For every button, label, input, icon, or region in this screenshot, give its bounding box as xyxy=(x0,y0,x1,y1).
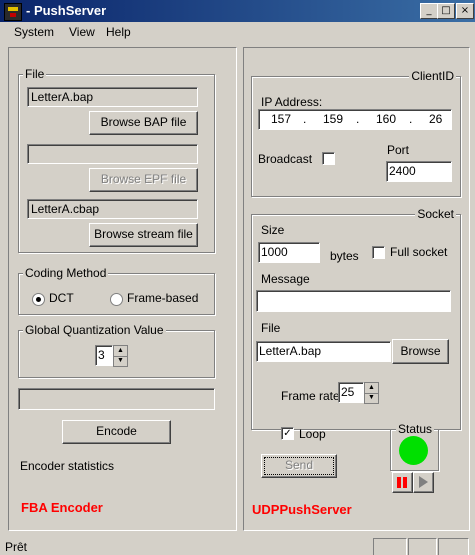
quantization-value: 3 xyxy=(98,348,105,362)
bap-file-value: LetterA.bap xyxy=(31,90,94,104)
dct-radio[interactable] xyxy=(32,293,45,306)
pushserver-window: - PushServer _ □ × System View Help File… xyxy=(0,0,475,555)
send-label: Send xyxy=(284,458,314,472)
send-button[interactable]: Send xyxy=(261,454,337,478)
frame-based-label: Frame-based xyxy=(127,291,199,305)
size-label: Size xyxy=(261,223,285,237)
bytes-label: bytes xyxy=(330,249,359,263)
port-label: Port xyxy=(387,143,410,157)
stepper-down-icon[interactable]: ▼ xyxy=(365,393,378,403)
broadcast-label: Broadcast xyxy=(258,152,313,166)
play-button[interactable] xyxy=(413,472,434,493)
coding-method-group: Coding Method DCT Frame-based xyxy=(18,266,215,315)
encode-progress-bar xyxy=(18,388,215,410)
port-input[interactable]: 2400 xyxy=(386,161,452,182)
status-pane xyxy=(438,538,469,555)
quantization-label: Global Quantization Value xyxy=(23,323,166,337)
clientid-group: ClientID IP Address: 157 . 159 . 160 . 2… xyxy=(251,69,461,197)
quantization-input[interactable]: 3 xyxy=(95,345,113,366)
ip-octet-1[interactable]: 157 xyxy=(271,112,291,126)
frame-rate-value: 25 xyxy=(341,385,355,399)
message-label: Message xyxy=(261,272,310,286)
window-title: - PushServer xyxy=(26,3,107,18)
pause-button[interactable] xyxy=(392,472,413,493)
frame-rate-input[interactable]: 25 xyxy=(338,382,364,403)
frame-rate-label: Frame rate xyxy=(281,389,340,403)
maximize-icon: □ xyxy=(441,5,451,16)
close-button[interactable]: × xyxy=(456,3,474,19)
frame-rate-stepper[interactable]: ▲ ▼ xyxy=(364,382,379,404)
full-socket-label: Full socket xyxy=(390,245,448,259)
status-text: Prêt xyxy=(5,540,28,554)
ip-octet-3[interactable]: 160 xyxy=(376,112,396,126)
file-group: File LetterA.bap Browse BAP file Browse … xyxy=(18,67,215,253)
full-socket-checkbox[interactable] xyxy=(372,246,385,259)
ip-octet-4[interactable]: 26 xyxy=(429,112,442,126)
quantization-stepper[interactable]: ▲ ▼ xyxy=(113,345,128,367)
encode-button[interactable]: Encode xyxy=(62,420,171,444)
browse-bap-label: Browse BAP file xyxy=(100,115,187,129)
maximize-button[interactable]: □ xyxy=(437,3,455,19)
ip-octet-2[interactable]: 159 xyxy=(323,112,343,126)
pause-icon xyxy=(397,477,401,488)
title-bar[interactable]: - PushServer _ □ × xyxy=(0,0,475,22)
server-file-value: LetterA.bap xyxy=(259,344,322,358)
server-file-input[interactable]: LetterA.bap xyxy=(256,341,391,362)
status-pane xyxy=(408,538,437,555)
status-pane xyxy=(373,538,407,555)
encode-label: Encode xyxy=(96,424,137,438)
status-indicator xyxy=(399,436,428,465)
file-group-label: File xyxy=(23,67,47,81)
loop-label: Loop xyxy=(299,427,326,441)
clientid-label: ClientID xyxy=(409,69,456,83)
udppushserver-brand: UDPPushServer xyxy=(252,502,352,517)
browse-epf-button[interactable]: Browse EPF file xyxy=(89,168,198,192)
epf-file-field[interactable] xyxy=(27,144,198,164)
minimize-icon: _ xyxy=(426,5,432,16)
menu-view[interactable]: View xyxy=(69,25,95,39)
stream-file-value: LetterA.cbap xyxy=(31,202,100,216)
ip-dot: . xyxy=(303,112,307,126)
browse-stream-button[interactable]: Browse stream file xyxy=(89,223,198,247)
browse-stream-label: Browse stream file xyxy=(94,227,193,241)
loop-checkbox[interactable]: ✓ xyxy=(281,427,294,440)
size-input[interactable]: 1000 xyxy=(258,242,320,263)
status-label: Status xyxy=(396,422,435,436)
port-value: 2400 xyxy=(389,164,416,178)
size-value: 1000 xyxy=(261,245,288,259)
quantization-group: Global Quantization Value 3 ▲ ▼ xyxy=(18,323,215,378)
ip-dot: . xyxy=(356,112,360,126)
ip-dot: . xyxy=(409,112,413,126)
encoder-panel: File LetterA.bap Browse BAP file Browse … xyxy=(8,47,237,531)
menu-system[interactable]: System xyxy=(14,25,54,39)
stream-file-field[interactable]: LetterA.cbap xyxy=(27,199,198,219)
minimize-button[interactable]: _ xyxy=(420,3,438,19)
pushserver-panel: ClientID IP Address: 157 . 159 . 160 . 2… xyxy=(243,47,470,531)
ip-address-label: IP Address: xyxy=(261,95,323,109)
frame-based-radio[interactable] xyxy=(110,293,123,306)
app-icon[interactable] xyxy=(4,3,22,21)
server-browse-button[interactable]: Browse xyxy=(392,339,449,364)
menu-help[interactable]: Help xyxy=(106,25,131,39)
play-icon xyxy=(419,476,428,488)
coding-method-label: Coding Method xyxy=(23,266,109,280)
pause-icon xyxy=(403,477,407,488)
close-icon: × xyxy=(460,5,470,16)
encoder-statistics-label: Encoder statistics xyxy=(20,459,115,473)
server-browse-label: Browse xyxy=(400,344,441,358)
broadcast-checkbox[interactable] xyxy=(322,152,335,165)
stepper-down-icon[interactable]: ▼ xyxy=(114,356,127,366)
browse-epf-label: Browse EPF file xyxy=(100,172,187,186)
menu-bar: System View Help xyxy=(0,22,475,42)
file-label: File xyxy=(261,321,281,335)
message-input[interactable] xyxy=(256,290,451,312)
browse-bap-button[interactable]: Browse BAP file xyxy=(89,111,198,135)
bap-file-field[interactable]: LetterA.bap xyxy=(27,87,198,107)
socket-label: Socket xyxy=(415,207,456,221)
fba-encoder-brand: FBA Encoder xyxy=(21,500,103,515)
dct-label: DCT xyxy=(49,291,74,305)
socket-group: Socket Size 1000 bytes Full socket Messa… xyxy=(251,207,461,430)
status-group: Status xyxy=(390,422,439,471)
ip-address-field[interactable]: 157 . 159 . 160 . 26 xyxy=(258,109,452,130)
